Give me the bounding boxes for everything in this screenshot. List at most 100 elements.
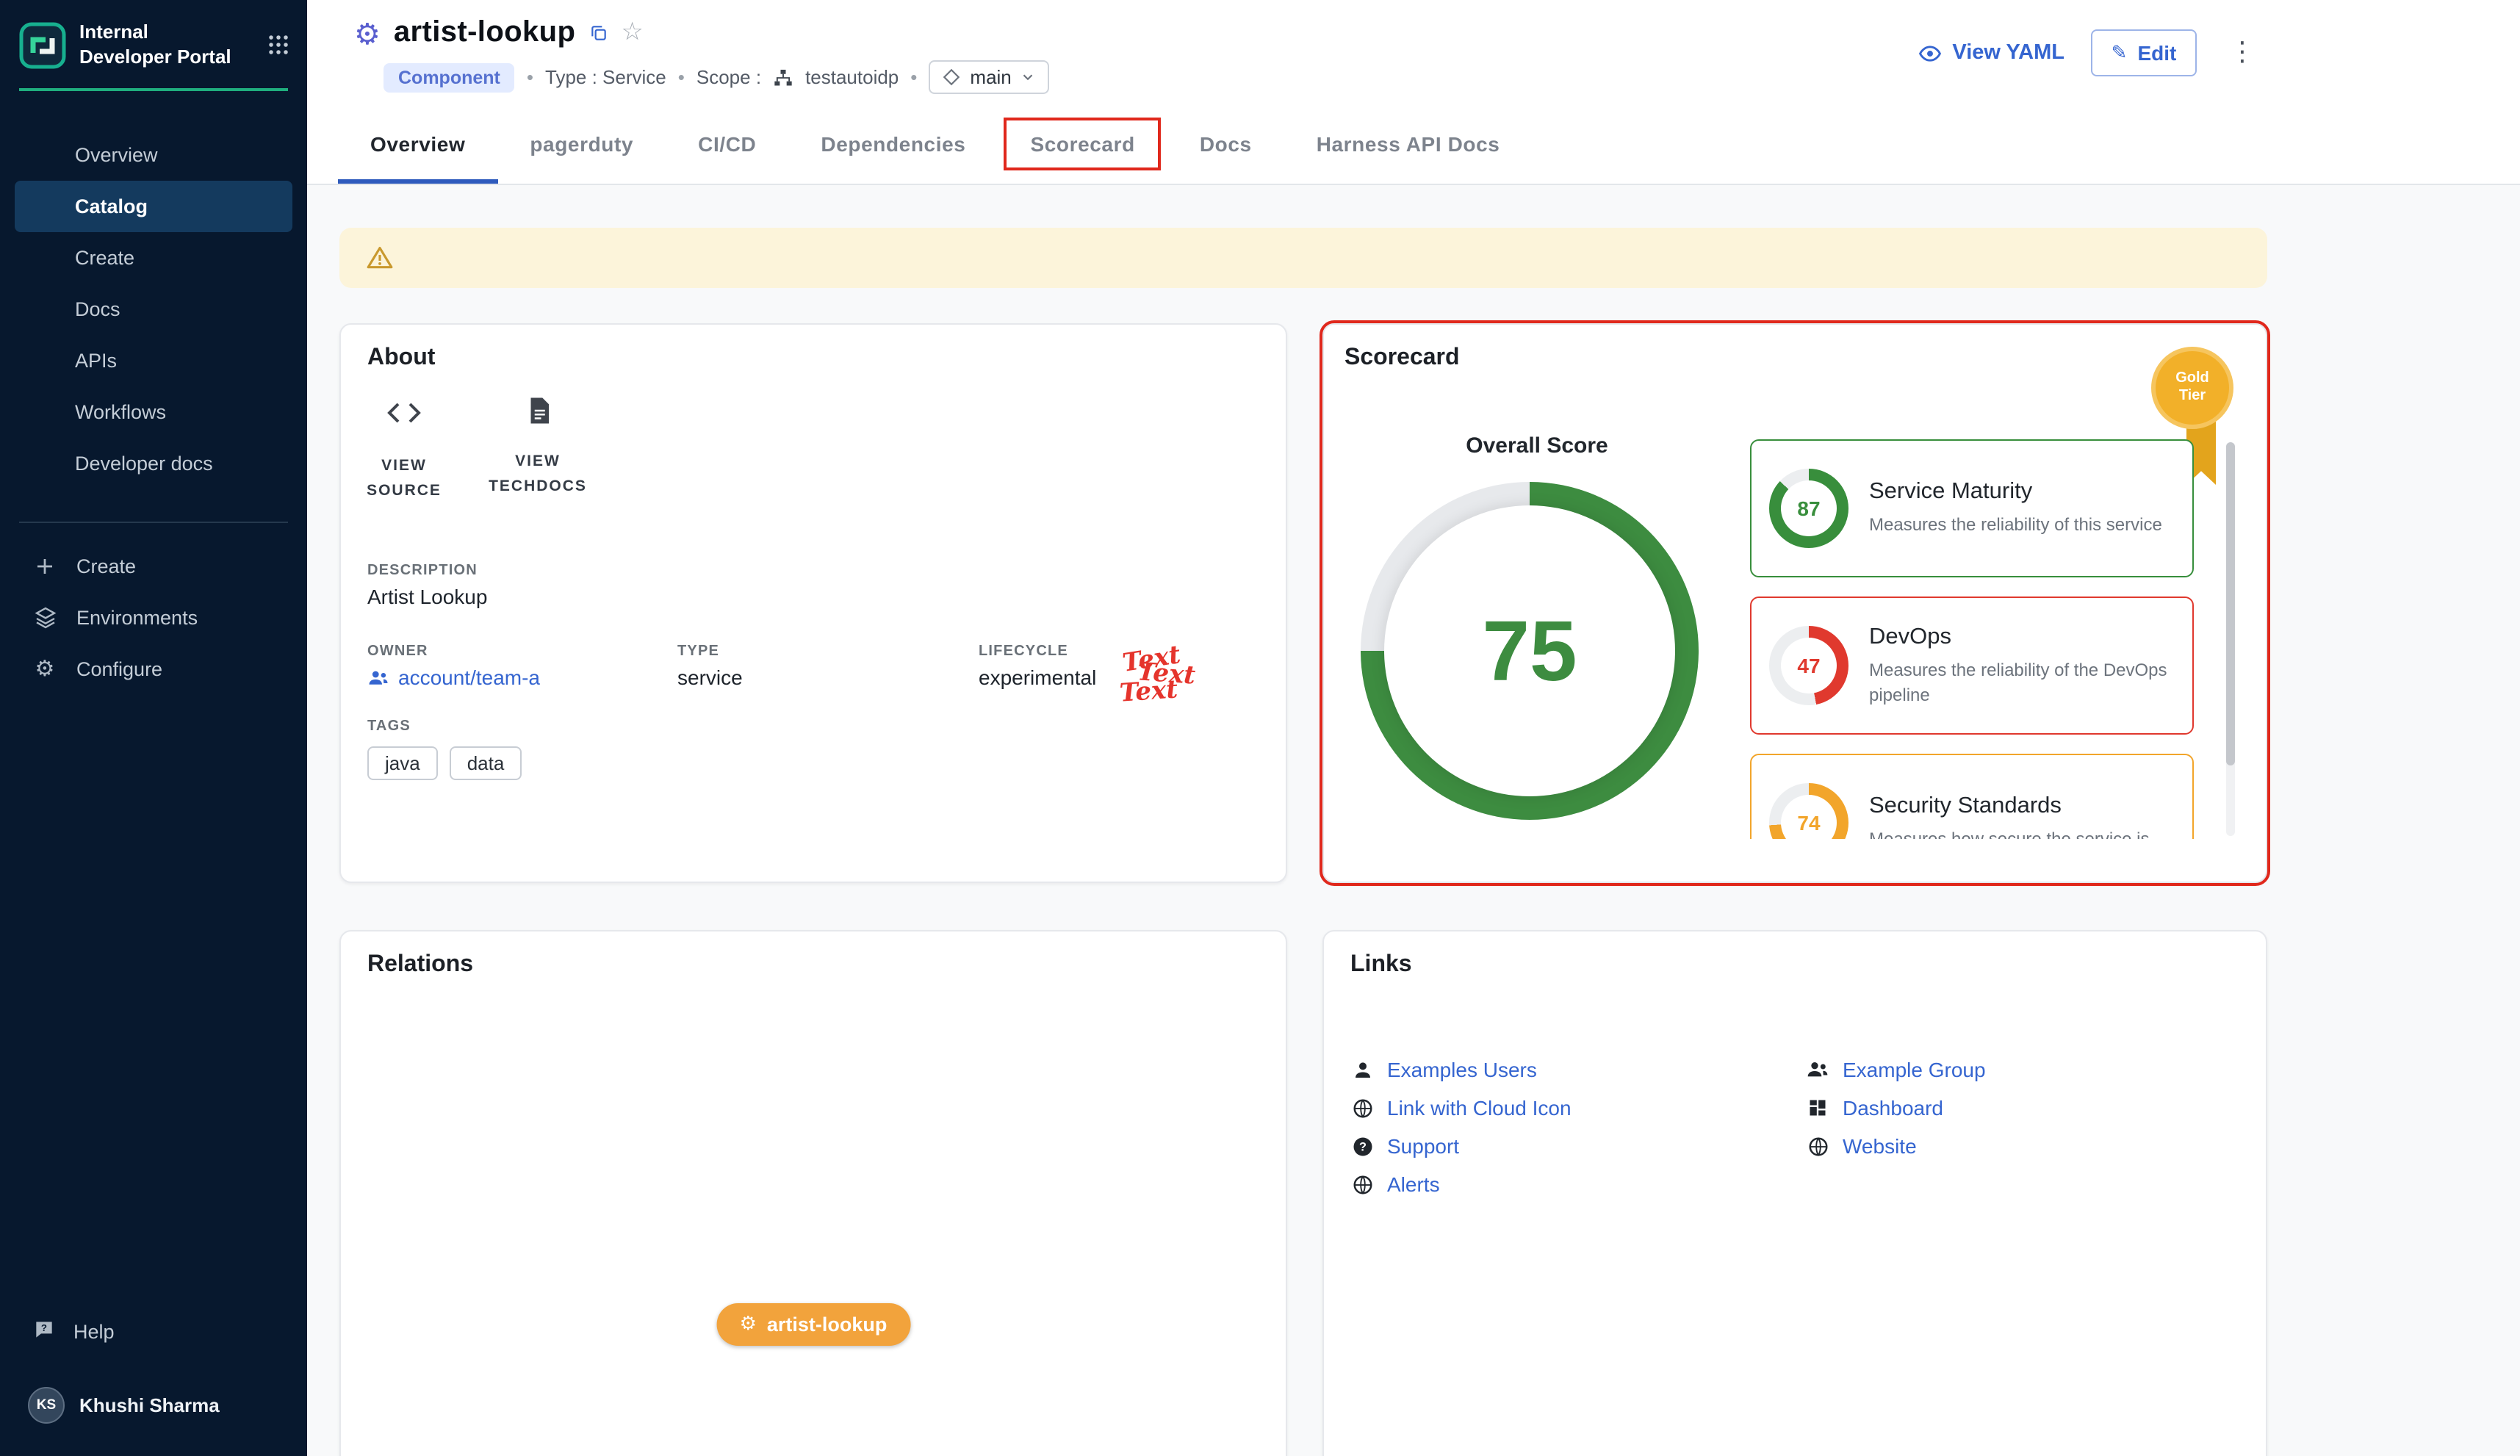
brand-title: Internal Developer Portal	[79, 21, 244, 71]
user-menu[interactable]: KS Khushi Sharma	[15, 1380, 292, 1430]
description-value: Artist Lookup	[367, 585, 487, 608]
page-title: artist-lookup	[394, 16, 575, 50]
tab-harness-api-docs[interactable]: Harness API Docs	[1284, 104, 1533, 184]
link-example-group[interactable]: Example Group	[1806, 1058, 1986, 1081]
link-support[interactable]: ? Support	[1350, 1134, 1806, 1158]
relations-card: Relations ⚙ artist-lookup	[339, 930, 1287, 1456]
chevron-down-icon	[1020, 69, 1037, 85]
view-source-button[interactable]: VIEW SOURCE	[341, 395, 467, 503]
owner-link[interactable]: account/team-a	[367, 666, 677, 689]
help-bubble-icon: ?	[32, 1317, 56, 1345]
type-value: service	[677, 666, 979, 689]
meta-type: Type : Service	[545, 66, 666, 88]
owner-field: OWNER account/team-a	[367, 644, 677, 689]
header-actions: View YAML ✎ Edit ⋮	[1917, 29, 2261, 76]
link-alerts[interactable]: Alerts	[1350, 1172, 1806, 1196]
group-icon	[1806, 1058, 1829, 1081]
overall-score-donut: 75	[1361, 482, 1699, 820]
tab-pagerduty[interactable]: pagerduty	[497, 104, 666, 184]
tag-java[interactable]: java	[367, 746, 438, 780]
globe-icon	[1350, 1097, 1374, 1119]
tags-field: TAGS java data	[367, 718, 522, 780]
tab-cicd[interactable]: CI/CD	[666, 104, 788, 184]
user-icon	[1350, 1059, 1374, 1081]
scorecard-card: Scorecard Overall Score 75 Gold Tier	[1322, 323, 2267, 883]
scrollbar-track[interactable]	[2226, 442, 2235, 836]
scorecard-item-devops[interactable]: 47 DevOps Measures the reliability of th…	[1750, 597, 2194, 735]
score-ring: 87	[1769, 469, 1848, 548]
code-icon	[386, 395, 422, 438]
warning-icon	[366, 244, 394, 272]
branch-icon	[942, 68, 961, 87]
link-examples-users[interactable]: Examples Users	[1350, 1058, 1806, 1081]
svg-text:?: ?	[41, 1322, 47, 1333]
content-area: About VIEW SOURCE VIEW TECH	[307, 185, 2520, 1456]
type-field: TYPE service	[677, 644, 979, 689]
scrollbar-thumb[interactable]	[2226, 442, 2235, 765]
scope-sitemap-icon	[773, 67, 793, 87]
scorecard-item-service-maturity[interactable]: 87 Service Maturity Measures the reliabi…	[1750, 439, 2194, 577]
scorecard-list: 87 Service Maturity Measures the reliabi…	[1750, 439, 2194, 839]
layers-icon	[32, 606, 57, 630]
sidebar-item-workflows[interactable]: Workflows	[15, 386, 292, 438]
kind-badge: Component	[384, 62, 515, 92]
scorecard-item-security-standards[interactable]: 74 Security Standards Measures how secur…	[1750, 754, 2194, 839]
copy-icon[interactable]	[588, 24, 608, 43]
sidebar-item-overview[interactable]: Overview	[15, 129, 292, 181]
globe-icon	[1806, 1135, 1829, 1157]
plus-icon	[32, 555, 57, 577]
lifecycle-field: LIFECYCLE experimental	[979, 644, 1096, 689]
edit-button[interactable]: ✎ Edit	[2091, 29, 2197, 76]
red-scribble-annotation: Text Text Text	[1117, 642, 1249, 730]
view-yaml-button[interactable]: View YAML	[1917, 40, 2064, 65]
about-title: About	[367, 345, 435, 372]
sidebar-item-apis[interactable]: APIs	[15, 335, 292, 386]
link-website[interactable]: Website	[1806, 1134, 1986, 1158]
main-area: ⚙ artist-lookup ☆ Component • Type : Ser…	[307, 0, 2520, 1456]
sidebar: Internal Developer Portal Overview Catal…	[0, 0, 307, 1456]
entity-header: ⚙ artist-lookup ☆ Component • Type : Ser…	[307, 0, 2520, 104]
gear-icon: ⚙	[32, 658, 57, 680]
component-gear-icon: ⚙	[354, 18, 381, 48]
overall-score-value: 75	[1482, 602, 1577, 700]
more-options-button[interactable]: ⋮	[2223, 40, 2261, 66]
sidebar-item-environments[interactable]: Environments	[15, 592, 292, 644]
tag-data[interactable]: data	[450, 746, 522, 780]
help-button[interactable]: ? Help	[15, 1306, 292, 1356]
avatar: KS	[28, 1386, 65, 1423]
branch-selector[interactable]: main	[929, 60, 1049, 94]
sidebar-item-create[interactable]: Create	[15, 232, 292, 284]
sidebar-item-catalog[interactable]: Catalog	[15, 181, 292, 232]
sidebar-footer: ? Help KS Khushi Sharma	[0, 1306, 307, 1456]
eye-icon	[1917, 40, 1942, 65]
sidebar-accent-bar	[19, 88, 288, 91]
links-card: Links Examples Users	[1322, 930, 2267, 1456]
score-ring: 47	[1769, 626, 1848, 705]
relations-title: Relations	[367, 952, 473, 979]
description-field: DESCRIPTION Artist Lookup	[367, 563, 487, 608]
sidebar-item-developer-docs[interactable]: Developer docs	[15, 438, 292, 489]
apps-grid-icon[interactable]	[267, 35, 289, 57]
app-window: Internal Developer Portal Overview Catal…	[0, 0, 2520, 1456]
globe-icon	[1350, 1173, 1374, 1195]
view-techdocs-button[interactable]: VIEW TECHDOCS	[475, 395, 601, 503]
tab-dependencies[interactable]: Dependencies	[788, 104, 998, 184]
tab-docs[interactable]: Docs	[1167, 104, 1284, 184]
sidebar-item-create-action[interactable]: Create	[15, 541, 292, 592]
relations-node-artist-lookup[interactable]: ⚙ artist-lookup	[716, 1303, 911, 1346]
portal-logo-icon	[19, 22, 66, 69]
warning-banner	[339, 228, 2267, 288]
tab-overview[interactable]: Overview	[338, 104, 497, 184]
overall-score-label: Overall Score	[1324, 433, 1750, 458]
help-circle-icon: ?	[1350, 1135, 1374, 1157]
document-icon	[522, 395, 553, 433]
sidebar-item-docs[interactable]: Docs	[15, 284, 292, 335]
tab-scorecard[interactable]: Scorecard	[998, 104, 1167, 184]
sidebar-item-configure[interactable]: ⚙ Configure	[15, 644, 292, 695]
star-icon[interactable]: ☆	[621, 21, 644, 46]
group-icon	[367, 666, 389, 688]
link-cloud-icon[interactable]: Link with Cloud Icon	[1350, 1096, 1806, 1120]
sidebar-divider	[19, 522, 288, 523]
link-dashboard[interactable]: Dashboard	[1806, 1096, 1986, 1120]
gear-icon: ⚙	[740, 1315, 757, 1334]
